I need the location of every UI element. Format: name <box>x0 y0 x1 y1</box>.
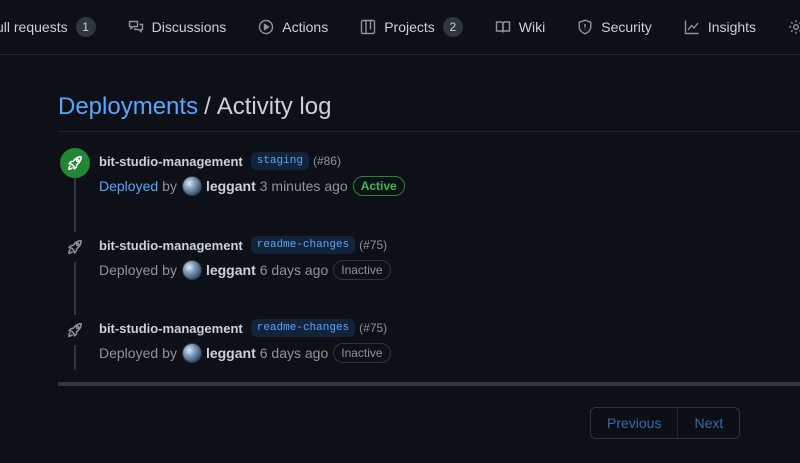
play-icon <box>259 19 274 35</box>
deployment-header: bit-studio-management staging (#86) <box>99 151 341 171</box>
timestamp: 3 minutes ago <box>259 178 348 194</box>
pr-number[interactable]: (#75) <box>359 321 387 335</box>
nav-discussions[interactable]: Discussions <box>128 0 227 54</box>
by-text: by <box>162 345 177 361</box>
nav-projects[interactable]: Projects 2 <box>360 0 463 54</box>
nav-pull-requests[interactable]: ull requests 1 <box>0 0 96 54</box>
deployment-status-circle <box>60 232 90 262</box>
deployment-entry: bit-studio-management readme-changes (#7… <box>58 232 800 282</box>
shield-icon <box>578 19 592 35</box>
nav-counter: 1 <box>75 17 96 37</box>
pr-number[interactable]: (#86) <box>313 154 341 168</box>
nav-label: Security <box>601 19 652 35</box>
timestamp: 6 days ago <box>259 345 329 361</box>
timeline-end-bar <box>58 382 800 386</box>
book-icon <box>495 21 510 33</box>
next-button[interactable]: Next <box>677 408 740 438</box>
pr-number[interactable]: (#75) <box>359 238 387 252</box>
deployed-link[interactable]: Deployed <box>99 178 158 194</box>
timestamp: 6 days ago <box>259 262 329 278</box>
by-text: by <box>162 262 177 278</box>
avatar[interactable] <box>181 176 202 196</box>
status-badge: Active <box>352 176 405 196</box>
gear-icon <box>789 20 800 34</box>
comment-discussion-icon <box>128 20 143 33</box>
deployment-entry: bit-studio-management staging (#86) Depl… <box>58 148 800 198</box>
breadcrumb-separator: / <box>204 93 211 120</box>
nav-counter: 2 <box>442 17 463 37</box>
avatar[interactable] <box>181 260 202 280</box>
nav-settings[interactable]: S <box>788 0 800 54</box>
table-icon <box>361 19 376 35</box>
deployment-meta: Deployed by leggant 6 days ago Inactive <box>99 343 391 363</box>
username[interactable]: leggant <box>206 345 256 361</box>
page-title: Deployments / Activity log <box>58 92 331 122</box>
deployed-text: Deployed <box>99 262 159 278</box>
deployment-status-circle <box>60 148 90 178</box>
nav-security[interactable]: Security <box>577 0 652 54</box>
deployed-text: Deployed <box>99 345 159 361</box>
title-divider <box>58 131 800 132</box>
nav-wiki[interactable]: Wiki <box>495 0 545 54</box>
breadcrumb-deployments[interactable]: Deployments <box>58 93 198 120</box>
status-badge: Inactive <box>333 343 391 363</box>
deployment-meta: Deployed by leggant 3 minutes ago Active <box>99 176 405 196</box>
status-badge: Inactive <box>333 260 391 280</box>
graph-icon <box>684 20 699 35</box>
nav-label: Projects <box>384 19 435 35</box>
nav-label: ull requests <box>0 19 68 35</box>
repo-nav: ull requests 1 Discussions Actions Proje… <box>0 0 800 55</box>
deployment-status-circle <box>60 315 90 345</box>
nav-insights[interactable]: Insights <box>684 0 756 54</box>
nav-label: Wiki <box>518 19 546 35</box>
ref-tag[interactable]: readme-changes <box>250 236 356 254</box>
deployment-header: bit-studio-management readme-changes (#7… <box>99 318 387 338</box>
previous-button[interactable]: Previous <box>591 408 678 438</box>
ref-tag[interactable]: readme-changes <box>250 319 356 337</box>
environment-name[interactable]: bit-studio-management <box>99 238 243 253</box>
nav-actions[interactable]: Actions <box>258 0 328 54</box>
environment-name[interactable]: bit-studio-management <box>99 321 243 336</box>
page-title-text: Activity log <box>216 93 332 120</box>
nav-label: Insights <box>707 19 757 35</box>
rocket-icon <box>68 240 82 254</box>
deployment-entry: bit-studio-management readme-changes (#7… <box>58 315 800 365</box>
rocket-icon <box>68 323 82 337</box>
nav-label: Discussions <box>151 19 227 35</box>
deployment-header: bit-studio-management readme-changes (#7… <box>99 235 387 255</box>
username[interactable]: leggant <box>206 178 256 194</box>
rocket-icon <box>68 156 82 170</box>
nav-label: Actions <box>282 19 329 35</box>
avatar[interactable] <box>181 343 202 363</box>
pagination: Previous Next <box>590 407 741 439</box>
deployment-meta: Deployed by leggant 6 days ago Inactive <box>99 260 391 280</box>
environment-name[interactable]: bit-studio-management <box>99 154 243 169</box>
ref-tag[interactable]: staging <box>250 152 309 170</box>
username[interactable]: leggant <box>206 262 256 278</box>
by-text: by <box>162 178 177 194</box>
